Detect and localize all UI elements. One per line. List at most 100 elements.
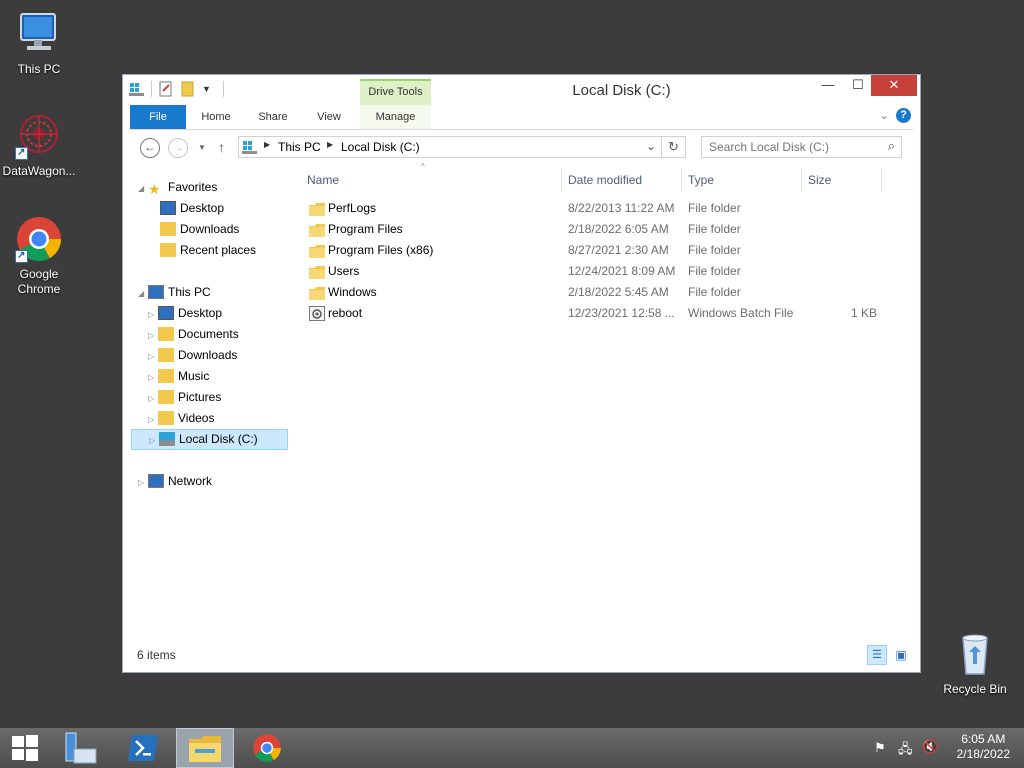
- recent-places-icon: [160, 243, 176, 257]
- refresh-button[interactable]: ↻: [662, 136, 686, 158]
- file-type: Windows Batch File: [688, 306, 794, 320]
- nav-documents[interactable]: ▷ Documents: [148, 325, 239, 344]
- expand-icon[interactable]: ▷: [148, 326, 158, 345]
- clock-date: 2/18/2022: [956, 747, 1010, 761]
- action-center-icon[interactable]: ⚑: [874, 740, 886, 756]
- desktop-icon-label: DataWagon...: [2, 164, 76, 178]
- taskbar-powershell[interactable]: [114, 728, 172, 768]
- search-input[interactable]: [707, 139, 876, 155]
- item-count: 6 items: [137, 648, 176, 662]
- nav-local-disk[interactable]: ▷ Local Disk (C:): [131, 429, 288, 450]
- search-icon[interactable]: ⌕: [888, 138, 895, 154]
- expand-icon[interactable]: ▷: [148, 347, 158, 366]
- table-row[interactable]: Program Files (x86) 8/27/2021 2:30 AM Fi…: [299, 240, 899, 261]
- address-dropdown-icon[interactable]: ⌄: [646, 139, 656, 153]
- folder-icon: [309, 286, 325, 300]
- start-button[interactable]: [0, 728, 50, 768]
- back-button[interactable]: ←: [140, 138, 160, 158]
- tab-manage[interactable]: Manage: [360, 105, 431, 129]
- nav-favorites-recent-places[interactable]: Recent places: [160, 241, 256, 260]
- network-status-icon[interactable]: 🖧: [898, 740, 913, 762]
- desktop-icon-label: Recycle Bin: [943, 682, 1007, 696]
- recycle-bin-icon: [951, 630, 999, 678]
- volume-muted-icon[interactable]: 🔇: [922, 739, 938, 755]
- table-row[interactable]: Windows 2/18/2022 5:45 AM File folder: [299, 282, 899, 303]
- expand-icon[interactable]: ▷: [148, 410, 158, 429]
- desktop-icon-this-pc[interactable]: This PC: [0, 10, 79, 77]
- clock[interactable]: 6:05 AM 2/18/2022: [957, 732, 1010, 762]
- nav-music[interactable]: ▷ Music: [148, 367, 209, 386]
- maximize-button[interactable]: ☐: [843, 75, 873, 96]
- clock-time: 6:05 AM: [961, 732, 1006, 746]
- title-bar[interactable]: ▼ Drive Tools Local Disk (C:) — ☐ ✕: [123, 75, 920, 105]
- server-manager-icon: [65, 732, 97, 764]
- close-button[interactable]: ✕: [871, 75, 917, 96]
- expand-icon[interactable]: ▷: [148, 389, 158, 408]
- expand-ribbon-icon[interactable]: ⌄: [880, 109, 889, 122]
- table-row[interactable]: Program Files 2/18/2022 6:05 AM File fol…: [299, 219, 899, 240]
- file-date: 2/18/2022 6:05 AM: [568, 222, 669, 236]
- taskbar-server-manager[interactable]: [52, 728, 110, 768]
- search-box[interactable]: ⌕: [701, 136, 902, 158]
- file-type: File folder: [688, 222, 741, 236]
- expand-icon[interactable]: ▷: [148, 368, 158, 387]
- collapse-icon[interactable]: ◢: [138, 284, 148, 303]
- explorer-window[interactable]: ▼ Drive Tools Local Disk (C:) — ☐ ✕ File…: [122, 74, 921, 673]
- column-header-size[interactable]: Size: [808, 168, 831, 192]
- details-view-button[interactable]: ☰: [867, 645, 887, 665]
- column-header-name[interactable]: Name: [307, 168, 339, 192]
- music-icon: [158, 369, 174, 383]
- tab-view[interactable]: View: [304, 105, 354, 129]
- nav-videos[interactable]: ▷ Videos: [148, 409, 214, 428]
- expand-icon[interactable]: ▷: [149, 431, 159, 450]
- folder-icon: [309, 223, 325, 237]
- expand-icon[interactable]: ▷: [138, 473, 148, 492]
- breadcrumb-local-disk[interactable]: Local Disk (C:): [341, 140, 420, 154]
- nav-network[interactable]: ▷ Network: [138, 472, 212, 491]
- breadcrumb-separator-icon[interactable]: ▶: [327, 140, 333, 149]
- table-row[interactable]: PerfLogs 8/22/2013 11:22 AM File folder: [299, 198, 899, 219]
- breadcrumb-this-pc[interactable]: This PC: [278, 140, 321, 154]
- column-divider[interactable]: [801, 168, 802, 192]
- tab-file[interactable]: File: [130, 105, 186, 129]
- expand-icon[interactable]: ▷: [148, 305, 158, 324]
- column-divider[interactable]: [681, 168, 682, 192]
- column-divider[interactable]: [561, 168, 562, 192]
- nav-favorites-downloads[interactable]: Downloads: [160, 220, 239, 239]
- column-divider[interactable]: [881, 168, 882, 192]
- nav-favorites-desktop[interactable]: Desktop: [160, 199, 224, 218]
- help-icon[interactable]: ?: [896, 108, 911, 123]
- file-name: PerfLogs: [328, 201, 377, 215]
- taskbar-file-explorer[interactable]: [176, 728, 234, 768]
- collapse-icon[interactable]: ◢: [138, 179, 148, 198]
- table-row[interactable]: Users 12/24/2021 8:09 AM File folder: [299, 261, 899, 282]
- chrome-icon: [253, 734, 281, 762]
- windows-logo-icon: [12, 735, 38, 761]
- column-header-type[interactable]: Type: [688, 168, 714, 192]
- recent-locations-icon[interactable]: ▼: [198, 143, 206, 152]
- forward-button[interactable]: →: [168, 138, 188, 158]
- taskbar-chrome[interactable]: [238, 728, 296, 768]
- chrome-icon: [15, 215, 63, 263]
- tab-share[interactable]: Share: [248, 105, 298, 129]
- breadcrumb-separator-icon[interactable]: ▶: [264, 140, 270, 149]
- nav-pictures[interactable]: ▷ Pictures: [148, 388, 221, 407]
- nav-favorites[interactable]: ◢ ★ Favorites: [138, 178, 217, 197]
- desktop-icon-google-chrome[interactable]: Google Chrome: [0, 215, 79, 297]
- desktop-icon-recycle-bin[interactable]: Recycle Bin: [935, 630, 1015, 697]
- desktop-icon-datawagon[interactable]: DataWagon...: [0, 112, 79, 179]
- tab-home[interactable]: Home: [192, 105, 240, 129]
- up-button[interactable]: ↑: [218, 139, 225, 155]
- large-icons-view-button[interactable]: ▣: [891, 645, 911, 665]
- minimize-button[interactable]: —: [813, 75, 843, 96]
- batch-file-icon: [309, 306, 325, 321]
- column-header-date[interactable]: Date modified: [568, 168, 642, 192]
- documents-icon: [158, 327, 174, 341]
- desktop-icon-label: This PC: [17, 62, 61, 76]
- table-row[interactable]: reboot 12/23/2021 12:58 ... Windows Batc…: [299, 303, 899, 324]
- nav-this-pc[interactable]: ◢ This PC: [138, 283, 211, 302]
- address-bar[interactable]: ▶ This PC ▶ Local Disk (C:) ⌄: [238, 136, 662, 158]
- computer-icon: [15, 10, 63, 58]
- nav-desktop[interactable]: ▷ Desktop: [148, 304, 222, 323]
- nav-downloads[interactable]: ▷ Downloads: [148, 346, 237, 365]
